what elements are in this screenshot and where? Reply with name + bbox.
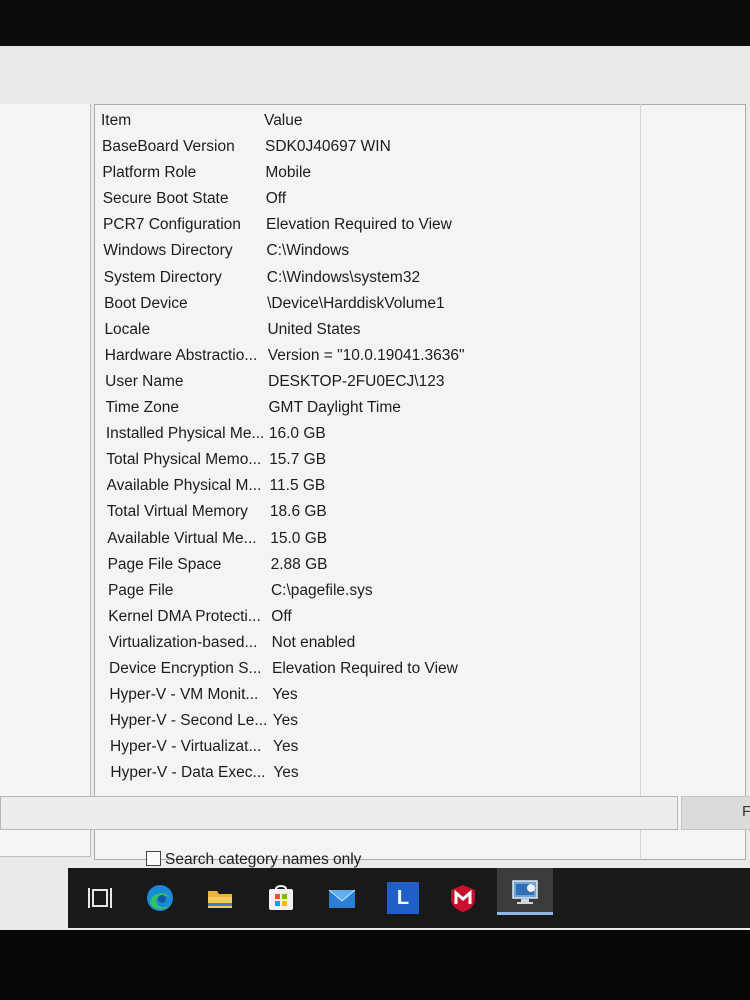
bezel [0,930,750,1000]
row-value[interactable]: 2.88 GB [271,556,328,574]
row-item[interactable]: Platform Role [102,164,267,182]
row-value[interactable]: 11.5 GB [270,477,326,495]
row-value[interactable]: 15.7 GB [269,451,326,469]
system-information-taskbar-button[interactable] [497,868,553,914]
row-item[interactable]: Virtualization-based... [109,634,274,652]
row-value[interactable]: Yes [273,764,298,782]
row-item[interactable]: Locale [104,321,269,339]
row-item[interactable]: Secure Boot State [103,190,268,208]
row-value[interactable]: Yes [273,712,298,730]
checkbox-label: Search category names only [165,851,362,868]
row-item[interactable]: Time Zone [106,399,271,417]
category-tree-pane[interactable] [0,104,91,857]
row-value[interactable]: C:\Windows [266,242,349,260]
row-value[interactable]: Off [266,190,286,208]
row-item[interactable]: Hyper-V - Data Exec... [110,764,275,782]
list-divider [640,104,641,858]
row-item[interactable]: Total Virtual Memory [107,503,272,521]
row-value[interactable]: SDK0J40697 WIN [265,138,391,156]
row-item[interactable]: Boot Device [104,295,269,313]
row-value[interactable]: 16.0 GB [269,425,326,443]
row-item[interactable]: User Name [105,373,270,391]
row-item[interactable]: Windows Directory [103,242,268,260]
row-item[interactable]: Hardware Abstractio... [105,347,270,365]
row-value[interactable]: Yes [273,738,298,756]
file-explorer-icon[interactable] [204,882,236,914]
mail-icon[interactable] [326,882,358,914]
row-item[interactable]: Available Physical M... [107,477,272,495]
l-app-letter: L [396,886,410,909]
row-value[interactable]: Version = "10.0.19041.3636" [268,347,465,365]
system-information-icon [512,880,538,904]
row-value[interactable]: 18.6 GB [270,503,327,521]
row-value[interactable]: 15.0 GB [270,530,327,548]
find-button[interactable]: F [681,796,750,830]
row-value[interactable]: GMT Daylight Time [269,399,401,417]
row-item[interactable]: System Directory [104,269,269,287]
task-view-icon[interactable] [84,882,116,914]
row-item[interactable]: BaseBoard Version [102,138,267,156]
system-information-window: Item Value BaseBoard Version SDK0J40697 W… [0,46,750,930]
active-app-indicator [497,912,553,915]
row-value[interactable]: Not enabled [272,634,356,652]
l-app-icon[interactable]: L [387,882,419,914]
mcafee-icon[interactable] [447,882,479,914]
row-value[interactable]: Off [271,608,291,626]
checkbox-box[interactable] [146,851,161,866]
edge-icon[interactable] [144,882,176,914]
find-button-label: F [742,803,750,820]
row-value[interactable]: Elevation Required to View [272,660,458,678]
column-header-value[interactable]: Value [264,112,303,130]
row-item[interactable]: Device Encryption S... [109,660,274,678]
row-item[interactable]: Hyper-V - Virtualizat... [110,738,275,756]
column-header-item[interactable]: Item [101,112,131,130]
search-category-names-checkbox[interactable]: Search category names only [146,851,361,869]
row-item[interactable]: Page File [108,582,273,600]
row-item[interactable]: Hyper-V - Second Le... [110,712,275,730]
row-value[interactable]: Mobile [265,164,311,182]
row-item[interactable]: PCR7 Configuration [103,216,268,234]
row-item[interactable]: Hyper-V - VM Monit... [109,686,274,704]
taskbar: L [68,868,750,928]
row-item[interactable]: Kernel DMA Protecti... [108,608,273,626]
row-value[interactable]: C:\Windows\system32 [267,269,420,287]
row-item[interactable]: Installed Physical Me... [106,425,271,443]
row-item[interactable]: Page File Space [108,556,273,574]
row-value[interactable]: \Device\HarddiskVolume1 [267,295,444,313]
row-item[interactable]: Total Physical Memo... [106,451,271,469]
row-value[interactable]: United States [267,321,360,339]
find-what-field[interactable] [0,796,678,830]
row-item[interactable]: Available Virtual Me... [107,530,272,548]
row-value[interactable]: Yes [272,686,297,704]
row-value[interactable]: DESKTOP-2FU0ECJ\123 [268,373,444,391]
row-value[interactable]: C:\pagefile.sys [271,582,373,600]
microsoft-store-icon[interactable] [265,882,297,914]
row-value[interactable]: Elevation Required to View [266,216,452,234]
